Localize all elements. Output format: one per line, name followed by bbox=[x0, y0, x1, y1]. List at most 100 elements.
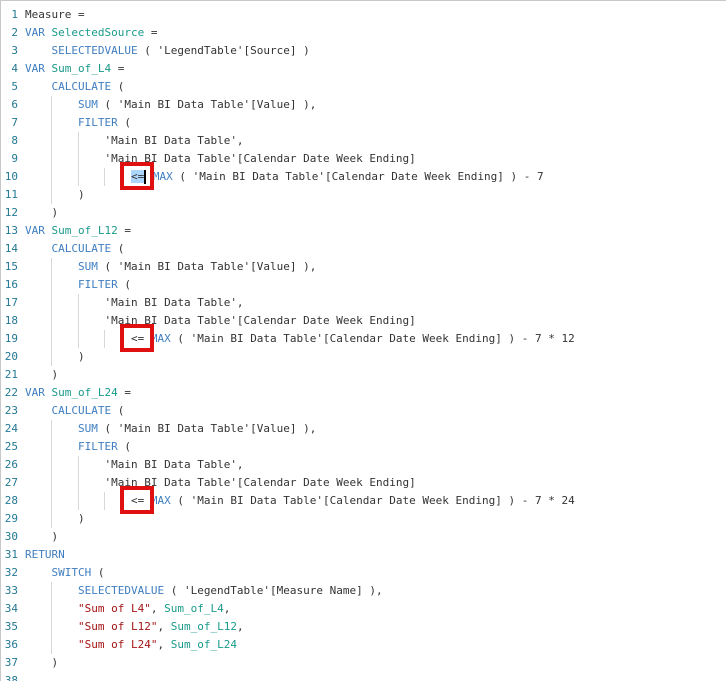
code-line[interactable]: 7 FILTER ( bbox=[1, 114, 131, 132]
line-number: 8 bbox=[11, 134, 18, 147]
highlight-box bbox=[119, 324, 154, 352]
code-token: = bbox=[117, 224, 131, 237]
code-line[interactable]: 38 bbox=[1, 672, 25, 681]
code-line[interactable]: 12 ) bbox=[1, 204, 58, 222]
code-line[interactable]: 29 ) bbox=[1, 510, 85, 528]
code-line[interactable]: 1 Measure = bbox=[1, 6, 84, 24]
code-line[interactable]: 17 'Main BI Data Table', bbox=[1, 294, 244, 312]
code-line[interactable]: 32 SWITCH ( bbox=[1, 564, 105, 582]
line-number: 34 bbox=[4, 602, 18, 615]
code-line[interactable]: 34 "Sum of L4", Sum_of_L4, bbox=[1, 600, 231, 618]
code-token: "Sum of L24" bbox=[77, 638, 158, 651]
code-line[interactable]: 5 CALCULATE ( bbox=[1, 78, 124, 96]
code-line[interactable]: 37 ) bbox=[1, 654, 58, 672]
code-line[interactable]: 11 ) bbox=[1, 186, 85, 204]
line-number: 27 bbox=[4, 476, 18, 489]
code-token: VAR bbox=[25, 62, 52, 75]
indent-guide bbox=[51, 348, 53, 366]
code-line[interactable]: 26 'Main BI Data Table', bbox=[1, 456, 244, 474]
code-line[interactable]: 22 VAR Sum_of_L24 = bbox=[1, 384, 131, 402]
code-token: ) bbox=[51, 530, 59, 543]
code-line[interactable]: 21 ) bbox=[1, 366, 58, 384]
code-line[interactable]: 23 CALCULATE ( bbox=[1, 402, 125, 420]
code-line[interactable]: 4 VAR Sum_of_L4 = bbox=[1, 60, 124, 78]
code-token: 'Main BI Data Table', bbox=[104, 296, 244, 309]
code-token: "Sum of L4" bbox=[77, 602, 151, 615]
code-line[interactable]: 2 VAR SelectedSource = bbox=[1, 24, 157, 42]
code-line[interactable]: 9 'Main BI Data Table'[Calendar Date Wee… bbox=[1, 150, 415, 168]
line-number: 9 bbox=[11, 152, 18, 165]
code-line[interactable]: 10 <= MAX ( 'Main BI Data Table'[Calenda… bbox=[1, 168, 544, 186]
indent-guide bbox=[77, 132, 79, 150]
code-line[interactable]: 3 SELECTEDVALUE ( 'LegendTable'[Source] … bbox=[1, 42, 310, 60]
code-token: ) bbox=[51, 368, 59, 381]
line-number: 13 bbox=[4, 224, 18, 237]
line-number: 23 bbox=[4, 404, 18, 417]
code-token: ) bbox=[51, 206, 59, 219]
indent-guide bbox=[51, 636, 53, 654]
code-line[interactable]: 13 VAR Sum_of_L12 = bbox=[1, 222, 131, 240]
code-line[interactable]: 8 'Main BI Data Table', bbox=[1, 132, 244, 150]
code-token: Sum_of_L12 bbox=[51, 224, 118, 237]
indent-guide bbox=[77, 294, 79, 312]
code-token: SWITCH bbox=[51, 566, 92, 579]
dax-code-editor[interactable]: 1 Measure = 2 VAR SelectedSource = 3 SELECTE… bbox=[0, 0, 726, 681]
code-line[interactable]: 6 SUM ( 'Main BI Data Table'[Value] ), bbox=[1, 96, 316, 114]
code-token: RETURN bbox=[25, 548, 65, 561]
code-line[interactable]: 19 <= MAX ( 'Main BI Data Table'[Calenda… bbox=[1, 330, 575, 348]
code-line[interactable]: 20 ) bbox=[1, 348, 85, 366]
line-number: 30 bbox=[4, 530, 18, 543]
code-token: FILTER bbox=[77, 116, 118, 129]
line-number: 10 bbox=[4, 170, 18, 183]
code-token: ) bbox=[77, 188, 85, 201]
code-line[interactable]: 25 FILTER ( bbox=[1, 438, 131, 456]
code-line[interactable]: 30 ) bbox=[1, 528, 58, 546]
code-line[interactable]: 18 'Main BI Data Table'[Calendar Date We… bbox=[1, 312, 416, 330]
code-line[interactable]: 35 "Sum of L12", Sum_of_L12, bbox=[1, 618, 244, 636]
code-line[interactable]: 28 <= MAX ( 'Main BI Data Table'[Calenda… bbox=[1, 492, 575, 510]
code-token: ( 'LegendTable'[Source] ) bbox=[137, 44, 310, 57]
code-token: SELECTEDVALUE bbox=[77, 584, 165, 597]
code-token: Sum_of_L12 bbox=[170, 620, 237, 633]
code-token: SELECTEDVALUE bbox=[51, 44, 138, 57]
line-number: 24 bbox=[4, 422, 18, 435]
code-token: , bbox=[236, 620, 244, 633]
code-line[interactable]: 36 "Sum of L24", Sum_of_L24 bbox=[1, 636, 237, 654]
code-token: "Sum of L12" bbox=[77, 620, 158, 633]
line-number: 21 bbox=[4, 368, 18, 381]
code-token: CALCULATE bbox=[51, 242, 112, 255]
code-token: SelectedSource bbox=[51, 26, 145, 39]
code-token: ( bbox=[117, 440, 131, 453]
code-line[interactable]: 16 FILTER ( bbox=[1, 276, 131, 294]
code-token: ( 'Main BI Data Table'[Calendar Date Wee… bbox=[172, 170, 544, 183]
line-number: 5 bbox=[11, 80, 18, 93]
code-line[interactable]: 14 CALCULATE ( bbox=[1, 240, 125, 258]
code-token: ( bbox=[117, 278, 131, 291]
indent-guide bbox=[51, 294, 53, 312]
code-token: 'Main BI Data Table', bbox=[104, 134, 244, 147]
highlight-box bbox=[119, 162, 154, 190]
line-number: 17 bbox=[4, 296, 18, 309]
code-line[interactable]: 24 SUM ( 'Main BI Data Table'[Value] ), bbox=[1, 420, 317, 438]
code-token: ( 'Main BI Data Table'[Calendar Date Wee… bbox=[170, 494, 575, 507]
code-line[interactable]: 27 'Main BI Data Table'[Calendar Date We… bbox=[1, 474, 416, 492]
code-token: = bbox=[117, 386, 131, 399]
code-token: ( bbox=[111, 404, 125, 417]
indent-guide bbox=[51, 618, 53, 636]
indent-guide bbox=[51, 186, 53, 204]
line-number: 25 bbox=[4, 440, 18, 453]
code-line[interactable]: 33 SELECTEDVALUE ( 'LegendTable'[Measure… bbox=[1, 582, 383, 600]
line-number: 16 bbox=[4, 278, 18, 291]
code-line[interactable]: 31 RETURN bbox=[1, 546, 65, 564]
code-token: ( bbox=[117, 116, 131, 129]
line-number: 37 bbox=[4, 656, 18, 669]
code-line[interactable]: 15 SUM ( 'Main BI Data Table'[Value] ), bbox=[1, 258, 317, 276]
indent-guide bbox=[51, 330, 53, 348]
